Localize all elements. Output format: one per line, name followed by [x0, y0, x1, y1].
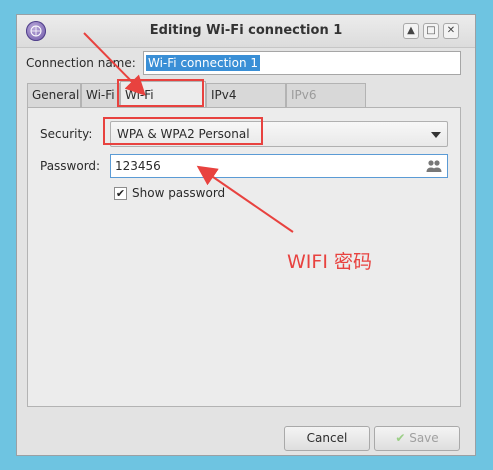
close-icon[interactable]: ✕ — [443, 23, 459, 39]
tab-wifi[interactable]: Wi-Fi — [81, 83, 120, 107]
wifi-security-panel: Security: WPA & WPA2 Personal Password: … — [27, 107, 461, 407]
cancel-button[interactable]: Cancel — [284, 426, 370, 451]
connection-name-value: Wi-Fi connection 1 — [146, 55, 261, 71]
checkmark-icon: ✔ — [395, 431, 406, 445]
chevron-down-icon — [431, 132, 441, 138]
security-label: Security: — [40, 127, 93, 141]
security-value: WPA & WPA2 Personal — [117, 127, 250, 141]
security-select[interactable]: WPA & WPA2 Personal — [110, 121, 448, 147]
editing-connection-window: Editing Wi-Fi connection 1 ▲ □ ✕ Connect… — [16, 14, 476, 456]
title-bar[interactable]: Editing Wi-Fi connection 1 ▲ □ ✕ — [17, 15, 475, 48]
connection-name-input[interactable]: Wi-Fi connection 1 — [143, 51, 461, 75]
annotation-text: WIFI 密码 — [287, 251, 372, 273]
show-password-label: Show password — [132, 186, 226, 200]
password-value: 123456 — [115, 159, 161, 173]
tab-general[interactable]: General — [27, 83, 81, 107]
save-label: Save — [409, 431, 439, 445]
maximize-icon[interactable]: □ — [423, 23, 439, 39]
password-input[interactable]: 123456 — [110, 154, 448, 178]
save-button: ✔ Save — [374, 426, 460, 451]
password-label: Password: — [40, 159, 101, 173]
tab-ipv6-settings: IPv6 Settings — [286, 83, 366, 124]
tab-wifi-security[interactable]: Wi-Fi Security — [120, 81, 206, 128]
connection-name-label: Connection name: — [26, 56, 136, 70]
show-password-checkbox[interactable]: ✔ — [114, 187, 127, 200]
up-arrow-icon[interactable]: ▲ — [403, 23, 419, 39]
people-icon[interactable] — [426, 159, 442, 176]
tab-ipv4-settings[interactable]: IPv4 Settings — [206, 83, 286, 124]
